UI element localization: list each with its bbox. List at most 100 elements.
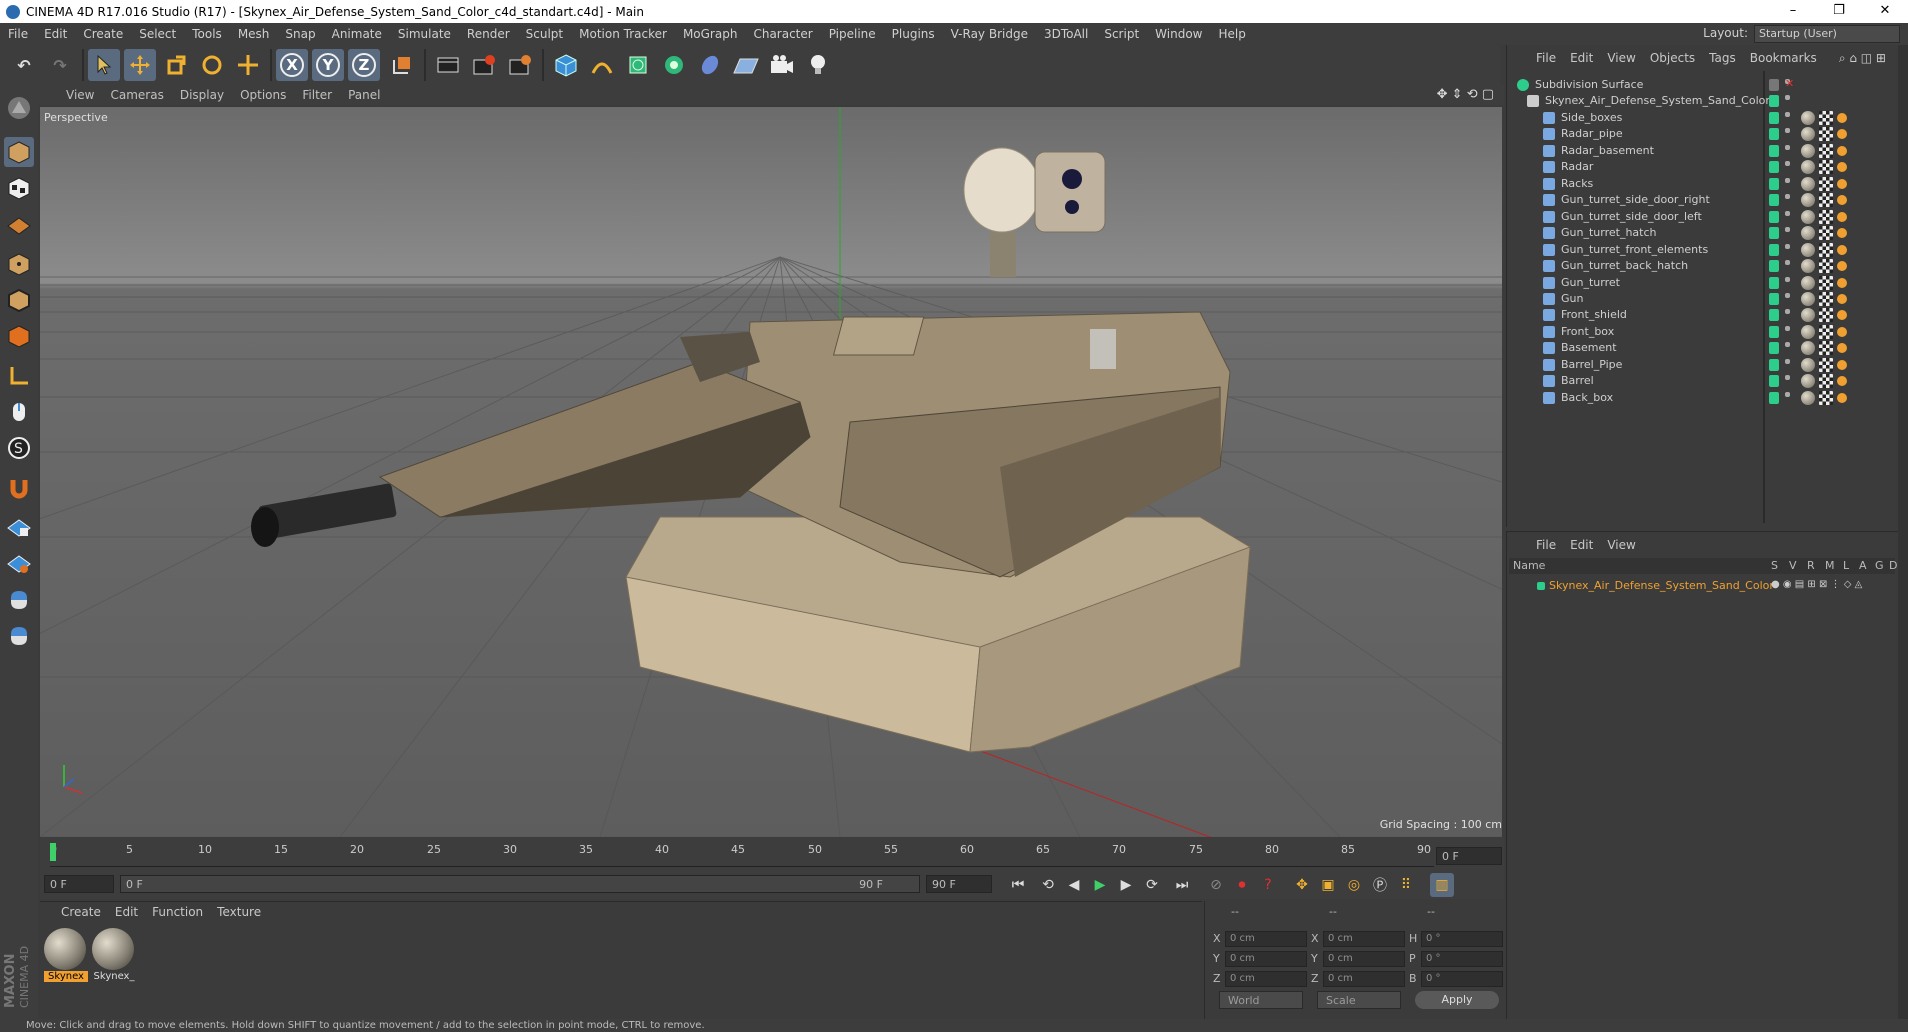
key-pla-icon[interactable]: ⠿ xyxy=(1394,873,1418,897)
subdivision-surface-icon[interactable] xyxy=(622,49,654,81)
selection-tag-icon[interactable] xyxy=(1837,129,1847,140)
visibility-toggle-icon[interactable] xyxy=(1785,177,1790,183)
menu-character[interactable]: Character xyxy=(745,27,820,41)
material-tag-icon[interactable] xyxy=(1801,226,1815,241)
record-keys-icon[interactable]: ⊘ xyxy=(1204,873,1228,897)
texture-tag-icon[interactable] xyxy=(1819,275,1833,290)
texture-tag-icon[interactable] xyxy=(1819,143,1833,158)
selection-tag-icon[interactable] xyxy=(1837,113,1847,123)
texture-tag-icon[interactable] xyxy=(1819,176,1833,191)
material-tag-icon[interactable] xyxy=(1801,160,1815,175)
undo-icon[interactable]: ↶ xyxy=(8,49,40,81)
visibility-toggle-icon[interactable] xyxy=(1785,375,1790,381)
workplane-mode-icon[interactable] xyxy=(4,209,34,239)
layer-color-dot[interactable] xyxy=(1769,161,1779,174)
size-z-field[interactable]: 0 cm xyxy=(1323,971,1405,987)
start-frame-field[interactable]: 0 F xyxy=(44,875,114,893)
layer-color-dot[interactable] xyxy=(1769,243,1779,256)
material-tag-icon[interactable] xyxy=(1801,176,1815,191)
menu-tools[interactable]: Tools xyxy=(184,27,230,41)
menu-select[interactable]: Select xyxy=(131,27,184,41)
material-tag-icon[interactable] xyxy=(1801,357,1815,372)
autokey-icon[interactable]: ⏺ xyxy=(1230,873,1254,897)
menu-script[interactable]: Script xyxy=(1096,27,1147,41)
menu-mesh[interactable]: Mesh xyxy=(230,27,278,41)
texture-tag-icon[interactable] xyxy=(1819,242,1833,257)
goto-end-icon[interactable]: ⏭ xyxy=(1170,873,1194,897)
visibility-toggle-icon[interactable] xyxy=(1785,358,1790,364)
position-z-field[interactable]: 0 cm xyxy=(1225,971,1307,987)
menu-pipeline[interactable]: Pipeline xyxy=(821,27,884,41)
objects-menu-tags[interactable]: Tags xyxy=(1702,51,1743,65)
cube-primitive-icon[interactable] xyxy=(550,49,582,81)
pen-spline-icon[interactable] xyxy=(586,49,618,81)
minimize-button[interactable]: – xyxy=(1770,0,1816,23)
edges-mode-icon[interactable] xyxy=(4,285,34,315)
layer-color-dot[interactable] xyxy=(1769,194,1779,207)
tweak-mode-icon[interactable] xyxy=(4,397,34,427)
objects-menu-view[interactable]: View xyxy=(1600,51,1642,65)
objects-menu-file[interactable]: File xyxy=(1529,51,1563,65)
visibility-toggle-icon[interactable] xyxy=(1785,128,1790,134)
selection-tag-icon[interactable] xyxy=(1837,162,1847,173)
material-menu-function[interactable]: Function xyxy=(145,905,210,919)
visibility-toggle-icon[interactable] xyxy=(1785,292,1790,298)
material-tag-icon[interactable] xyxy=(1801,291,1815,306)
snap-icon[interactable]: S xyxy=(4,433,34,463)
z-axis-lock-icon[interactable]: Z xyxy=(348,49,380,81)
material-tag-icon[interactable] xyxy=(1801,324,1815,339)
material-tag-icon[interactable] xyxy=(1801,143,1815,158)
visibility-toggle-icon[interactable] xyxy=(1785,325,1790,331)
position-x-field[interactable]: 0 cm xyxy=(1225,931,1307,947)
selection-tag-icon[interactable] xyxy=(1837,359,1847,370)
layout-select[interactable]: Startup (User) xyxy=(1754,25,1900,43)
layer-color-dot[interactable] xyxy=(1769,375,1779,388)
visibility-toggle-icon[interactable] xyxy=(1785,260,1790,266)
key-scale-icon[interactable]: ▣ xyxy=(1316,873,1340,897)
material-tag-icon[interactable] xyxy=(1801,242,1815,257)
coordinate-system-icon[interactable] xyxy=(386,49,418,81)
menu-snap[interactable]: Snap xyxy=(277,27,323,41)
key-parameter-icon[interactable]: Ⓟ xyxy=(1368,873,1392,897)
viewport-menu-filter[interactable]: Filter xyxy=(294,88,340,102)
points-mode-icon[interactable] xyxy=(4,249,34,279)
prev-frame-icon[interactable]: ◀ xyxy=(1062,873,1086,897)
menu-mograph[interactable]: MoGraph xyxy=(675,27,746,41)
rotation-h-field[interactable]: 0 ° xyxy=(1421,931,1503,947)
material-swatch[interactable]: Skynex_ xyxy=(92,928,136,984)
material-tag-icon[interactable] xyxy=(1801,374,1815,389)
key-rotation-icon[interactable]: ◎ xyxy=(1342,873,1366,897)
viewport-menu-display[interactable]: Display xyxy=(172,88,232,102)
selection-tag-icon[interactable] xyxy=(1837,244,1847,255)
layers-menu-file[interactable]: File xyxy=(1529,538,1563,552)
end-frame-field[interactable]: 90 F xyxy=(926,875,992,893)
menu-edit[interactable]: Edit xyxy=(36,27,75,41)
timeline-window-icon[interactable]: ▥ xyxy=(1430,873,1454,897)
deformer-icon[interactable] xyxy=(694,49,726,81)
material-tag-icon[interactable] xyxy=(1801,259,1815,274)
object-row[interactable]: Back_box xyxy=(1507,388,1867,408)
texture-tag-icon[interactable] xyxy=(1819,308,1833,323)
selection-tag-icon[interactable] xyxy=(1837,261,1847,272)
layer-color-dot[interactable] xyxy=(1769,276,1779,289)
layer-flags-icons[interactable]: ● ◉ ▤ ⊞ ⊠ ⋮ ◇ ◬ xyxy=(1771,579,1862,590)
texture-tag-icon[interactable] xyxy=(1819,341,1833,356)
3d-viewport[interactable] xyxy=(40,107,1502,837)
texture-tag-icon[interactable] xyxy=(1819,160,1833,175)
texture-tag-icon[interactable] xyxy=(1819,324,1833,339)
menu-sculpt[interactable]: Sculpt xyxy=(518,27,571,41)
y-axis-lock-icon[interactable]: Y xyxy=(312,49,344,81)
timeline-ruler[interactable]: 0 5 10 15 20 25 30 35 40 45 50 55 60 65 … xyxy=(40,837,1504,871)
selection-tag-icon[interactable] xyxy=(1837,376,1847,387)
apply-button[interactable]: Apply xyxy=(1415,991,1499,1009)
texture-tag-icon[interactable] xyxy=(1819,127,1833,142)
playhead[interactable] xyxy=(50,843,56,861)
viewport-menu-cameras[interactable]: Cameras xyxy=(102,88,171,102)
layers-menu-edit[interactable]: Edit xyxy=(1563,538,1600,552)
material-swatch[interactable]: Skynex xyxy=(44,928,88,984)
prev-keyframe-icon[interactable]: ⟲ xyxy=(1036,873,1060,897)
layer-color-dot[interactable] xyxy=(1769,95,1779,107)
layer-color-dot[interactable] xyxy=(1769,292,1779,305)
select-arrow-icon[interactable] xyxy=(88,49,120,81)
material-menu-edit[interactable]: Edit xyxy=(108,905,145,919)
